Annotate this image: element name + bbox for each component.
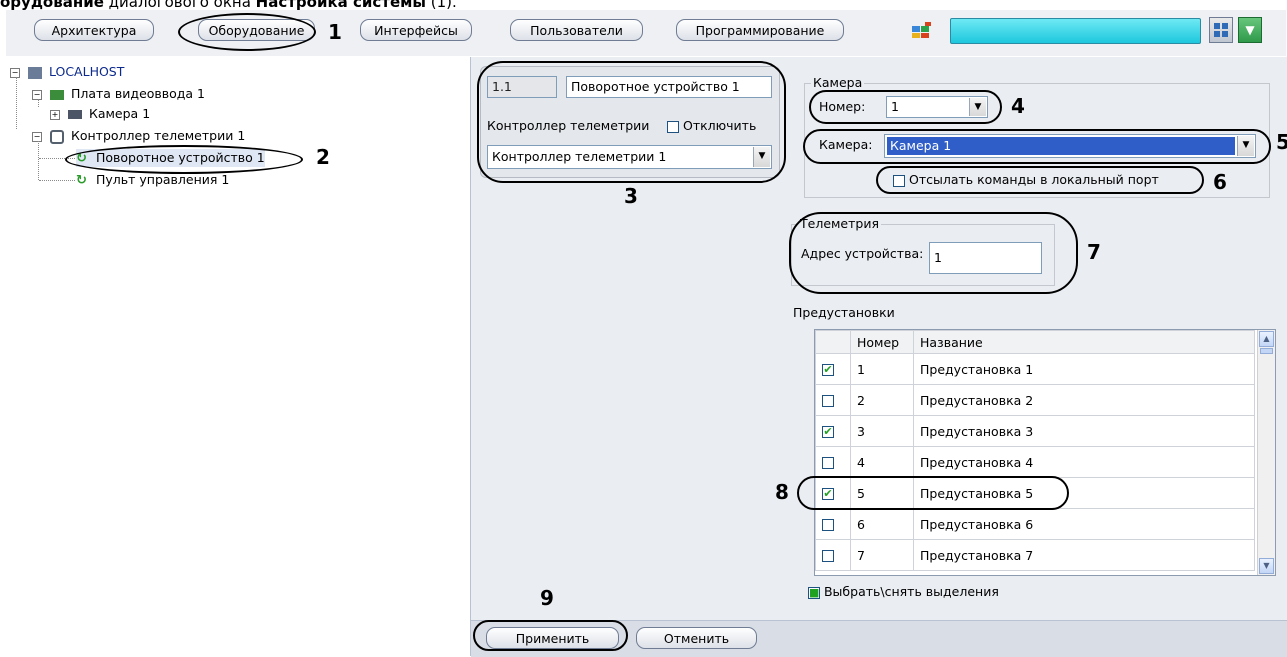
annotation-marker-5: 5 xyxy=(1276,130,1287,154)
annotation-oval-1 xyxy=(178,13,316,51)
col-check xyxy=(815,330,851,354)
preset-row[interactable]: 2 Предустановка 2 xyxy=(815,384,1255,416)
annotation-marker-9: 9 xyxy=(540,586,554,610)
search-box[interactable] xyxy=(950,18,1201,44)
preset-checkbox[interactable] xyxy=(822,395,834,407)
annotation-oval-2 xyxy=(65,145,303,174)
layout-grid-icon[interactable] xyxy=(1209,17,1233,43)
select-all-checkbox-box[interactable]: ■ xyxy=(808,586,820,599)
preset-row[interactable]: 4 Предустановка 4 xyxy=(815,446,1255,478)
preset-name: Предустановка 3 xyxy=(913,415,1255,447)
tree-connector xyxy=(16,77,18,129)
cancel-button[interactable]: Отменить xyxy=(636,627,757,649)
camera-icon xyxy=(67,110,82,119)
preset-number: 1 xyxy=(850,353,914,385)
collapse-icon[interactable]: − xyxy=(32,89,42,100)
tab-users[interactable]: Пользователи xyxy=(510,19,643,41)
annotation-oval-8 xyxy=(797,476,1069,510)
select-all-checkbox[interactable]: ■ Выбрать\снять выделения xyxy=(808,584,999,600)
preset-row[interactable]: 6 Предустановка 6 xyxy=(815,508,1255,540)
annotation-oval-3 xyxy=(477,61,786,183)
preset-number: 3 xyxy=(850,415,914,447)
preset-name: Предустановка 6 xyxy=(913,508,1255,540)
preset-check-cell[interactable]: ✔ xyxy=(815,353,851,385)
preset-check-cell[interactable] xyxy=(815,384,851,416)
annotation-marker-2: 2 xyxy=(316,145,330,169)
preset-name: Предустановка 4 xyxy=(913,446,1255,478)
preset-checkbox[interactable] xyxy=(822,550,834,562)
tree-item-board[interactable]: − Плата видеоввода 1 xyxy=(32,85,205,103)
expand-icon[interactable]: + xyxy=(50,109,60,120)
preset-number: 2 xyxy=(850,384,914,416)
tree-root[interactable]: − LOCALHOST xyxy=(10,63,124,81)
preset-check-cell[interactable]: ✔ xyxy=(815,415,851,447)
windows-flag-icon xyxy=(911,22,933,38)
preset-row[interactable]: 7 Предустановка 7 xyxy=(815,539,1255,571)
scroll-up-icon[interactable]: ▲ xyxy=(1259,331,1274,347)
presets-scrollbar[interactable]: ▲ ▼ xyxy=(1257,330,1275,575)
tree-connector xyxy=(39,180,75,182)
preset-name: Предустановка 1 xyxy=(913,353,1255,385)
tab-architecture[interactable]: Архитектура xyxy=(34,19,154,41)
preset-row[interactable]: ✔ 3 Предустановка 3 xyxy=(815,415,1255,447)
collapse-icon[interactable]: − xyxy=(10,67,20,78)
presets-title: Предустановки xyxy=(793,305,895,320)
tree-connector xyxy=(38,99,40,107)
annotation-oval-5 xyxy=(803,129,1271,164)
presets-table: Номер Название ✔ 1 Предустановка 1 2 Предуст… xyxy=(814,329,1276,576)
preset-checkbox-checked[interactable]: ✔ xyxy=(822,426,834,438)
annotation-marker-7: 7 xyxy=(1087,240,1101,264)
console-icon: ↻ xyxy=(76,173,87,188)
video-board-icon xyxy=(49,89,64,100)
annotation-oval-6 xyxy=(876,166,1204,194)
computer-icon xyxy=(27,66,42,79)
tree-item-controller[interactable]: − Контроллер телеметрии 1 xyxy=(32,127,245,145)
preset-checkbox-checked[interactable]: ✔ xyxy=(822,364,834,376)
preset-row[interactable]: ✔ 1 Предустановка 1 xyxy=(815,353,1255,385)
tab-interfaces[interactable]: Интерфейсы xyxy=(360,19,472,41)
annotation-oval-9 xyxy=(473,620,628,651)
camera-group-title: Камера xyxy=(811,75,865,91)
preset-check-cell[interactable] xyxy=(815,539,851,571)
collapse-icon[interactable]: − xyxy=(32,131,42,142)
controller-icon xyxy=(49,129,64,144)
annotation-marker-8: 8 xyxy=(775,480,789,504)
preset-checkbox[interactable] xyxy=(822,457,834,469)
preset-name: Предустановка 7 xyxy=(913,539,1255,571)
doc-caption: орудование диалогового окна Настройка си… xyxy=(0,0,457,11)
preset-check-cell[interactable] xyxy=(815,446,851,478)
annotation-marker-6: 6 xyxy=(1213,170,1227,194)
preset-name: Предустановка 2 xyxy=(913,384,1255,416)
tree-item-camera[interactable]: + Камера 1 xyxy=(50,105,150,123)
preset-check-cell[interactable] xyxy=(815,508,851,540)
collapse-chevron-down-icon[interactable]: ▼ xyxy=(1238,17,1262,43)
col-name[interactable]: Название xyxy=(913,330,1255,354)
annotation-oval-7 xyxy=(789,212,1078,294)
preset-number: 6 xyxy=(850,508,914,540)
annotation-marker-3: 3 xyxy=(624,184,638,208)
preset-checkbox[interactable] xyxy=(822,519,834,531)
annotation-oval-4 xyxy=(809,90,1002,124)
tab-programming[interactable]: Программирование xyxy=(676,19,844,41)
tree-connector xyxy=(38,141,40,180)
preset-number: 7 xyxy=(850,539,914,571)
annotation-marker-1: 1 xyxy=(328,20,342,44)
scroll-thumb[interactable] xyxy=(1260,348,1273,354)
preset-number: 4 xyxy=(850,446,914,478)
col-number[interactable]: Номер xyxy=(850,330,914,354)
scroll-down-icon[interactable]: ▼ xyxy=(1259,558,1274,574)
annotation-marker-4: 4 xyxy=(1011,94,1025,118)
